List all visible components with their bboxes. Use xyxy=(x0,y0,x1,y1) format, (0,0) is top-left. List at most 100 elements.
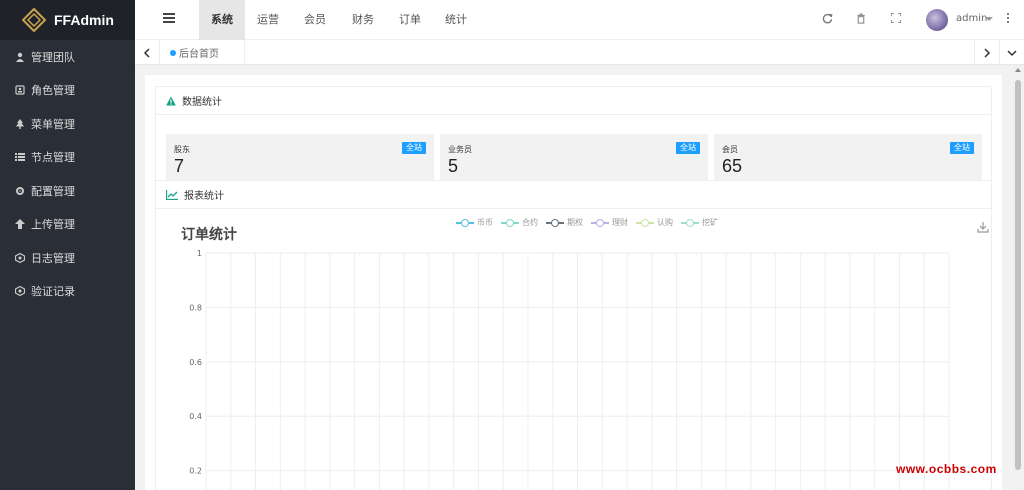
legend-marker-icon xyxy=(456,218,474,228)
more-icon[interactable] xyxy=(1006,13,1010,27)
legend-label: 合约 xyxy=(522,218,538,227)
legend-item[interactable]: 理财 xyxy=(591,217,628,228)
warning-icon xyxy=(166,96,176,105)
stat-label: 业务员 xyxy=(448,145,472,154)
chevron-left-icon[interactable] xyxy=(135,40,160,65)
sidebar-item-label: 日志管理 xyxy=(31,251,75,265)
stat-card-shareholders: 股东 7 全站 xyxy=(166,134,434,182)
app-name: FFAdmin xyxy=(54,12,114,28)
active-dot-icon xyxy=(170,49,176,56)
tree-icon xyxy=(14,118,26,130)
tab-system[interactable]: 系统 xyxy=(199,0,245,40)
refresh-icon[interactable] xyxy=(820,13,834,27)
legend-marker-icon xyxy=(546,218,564,228)
sidebar-item-label: 验证记录 xyxy=(31,285,75,299)
app-logo[interactable]: FFAdmin xyxy=(0,0,135,40)
legend-item[interactable]: 期权 xyxy=(546,217,583,228)
legend-marker-icon xyxy=(636,218,654,228)
y-tick-label: 0.8 xyxy=(189,303,202,312)
stats-panel-header: 数据统计 xyxy=(156,87,991,115)
trash-icon[interactable] xyxy=(854,13,868,27)
gear-icon xyxy=(14,185,26,197)
tab-operations[interactable]: 运营 xyxy=(246,0,290,40)
tab-statistics[interactable]: 统计 xyxy=(434,0,478,40)
chart-legend: 币币 合约 期权 理财 认购 挖矿 xyxy=(456,217,726,228)
y-tick-label: 0.2 xyxy=(189,467,202,476)
legend-label: 挖矿 xyxy=(702,218,718,227)
legend-item[interactable]: 挖矿 xyxy=(681,217,718,228)
legend-label: 期权 xyxy=(567,218,583,227)
legend-marker-icon xyxy=(501,218,519,228)
report-panel-header: 报表统计 xyxy=(156,181,991,209)
list-icon xyxy=(14,151,26,163)
stat-card-salesmen: 业务员 5 全站 xyxy=(440,134,708,182)
log-icon xyxy=(14,252,26,264)
order-line-chart: 1 0.8 0.6 0.4 0.2 xyxy=(189,249,950,490)
tab-home-label: 后台首页 xyxy=(179,49,219,60)
sidebar-item-logs[interactable]: 日志管理 xyxy=(0,241,135,275)
line-chart-icon xyxy=(166,189,178,200)
sidebar-item-label: 上传管理 xyxy=(31,218,75,232)
sidebar-item-menus[interactable]: 菜单管理 xyxy=(0,107,135,141)
sidebar-item-label: 管理团队 xyxy=(31,50,75,64)
legend-label: 币币 xyxy=(477,218,493,227)
legend-item[interactable]: 合约 xyxy=(501,217,538,228)
sidebar-item-verify[interactable]: 验证记录 xyxy=(0,275,135,309)
y-tick-label: 0.4 xyxy=(189,412,202,421)
watermark: www.ocbbs.com xyxy=(896,462,997,476)
verify-icon xyxy=(14,285,26,297)
chevron-down-icon[interactable] xyxy=(999,40,1024,65)
sidebar-item-label: 节点管理 xyxy=(31,151,75,165)
chevron-down-icon[interactable] xyxy=(985,17,993,21)
stat-value: 5 xyxy=(448,156,459,176)
main-content: 数据统计 股东 7 全站 业务员 5 全站 会员 65 全站 报表统计 订单统计… xyxy=(145,75,1002,490)
scroll-up-arrow-icon[interactable] xyxy=(1015,68,1021,72)
stat-card-members: 会员 65 全站 xyxy=(714,134,982,182)
sidebar-item-label: 配置管理 xyxy=(31,184,75,198)
sidebar-item-nodes[interactable]: 节点管理 xyxy=(0,141,135,175)
stats-panel: 数据统计 股东 7 全站 业务员 5 全站 会员 65 全站 xyxy=(155,86,992,185)
report-panel: 报表统计 订单统计 币币 合约 期权 理财 认购 挖矿 1 0.8 0.6 0.4 0.2 xyxy=(155,180,992,490)
sidebar-item-label: 角色管理 xyxy=(31,84,75,98)
sidebar-item-config[interactable]: 配置管理 xyxy=(0,174,135,208)
sidebar-menu: 管理团队 角色管理 菜单管理 节点管理 配置管理 上传管理 日志管理 验证记录 xyxy=(0,40,135,308)
page-scrollbar[interactable] xyxy=(1013,65,1024,490)
tab-home[interactable]: 后台首页 xyxy=(162,40,245,65)
scope-badge: 全站 xyxy=(950,142,974,154)
fullscreen-icon[interactable] xyxy=(889,12,903,27)
sidebar-item-team[interactable]: 管理团队 xyxy=(0,40,135,74)
sidebar: FFAdmin 管理团队 角色管理 菜单管理 节点管理 配置管理 上传管理 日志… xyxy=(0,0,135,490)
tab-finance[interactable]: 财务 xyxy=(341,0,385,40)
chevron-right-icon[interactable] xyxy=(974,40,999,65)
report-panel-title: 报表统计 xyxy=(184,191,224,202)
legend-label: 理财 xyxy=(612,218,628,227)
legend-item[interactable]: 认购 xyxy=(636,217,673,228)
page-tabbar: 后台首页 xyxy=(135,40,1024,65)
id-card-icon xyxy=(14,84,26,96)
scope-badge: 全站 xyxy=(402,142,426,154)
upload-icon xyxy=(14,218,26,230)
scope-badge: 全站 xyxy=(676,142,700,154)
legend-label: 认购 xyxy=(657,218,673,227)
avatar[interactable] xyxy=(926,9,948,31)
top-header: 系统 运营 会员 财务 订单 统计 admin xyxy=(135,0,1024,40)
legend-item[interactable]: 币币 xyxy=(456,217,493,228)
tab-orders[interactable]: 订单 xyxy=(388,0,432,40)
sidebar-item-roles[interactable]: 角色管理 xyxy=(0,74,135,108)
download-icon[interactable] xyxy=(977,221,989,233)
stat-value: 7 xyxy=(174,156,185,176)
stat-label: 股东 xyxy=(174,145,190,154)
sidebar-item-label: 菜单管理 xyxy=(31,117,75,131)
user-icon xyxy=(14,51,26,63)
logo-icon xyxy=(22,8,46,32)
stats-panel-title: 数据统计 xyxy=(182,97,222,108)
y-tick-label: 0.6 xyxy=(189,358,202,367)
y-tick-label: 1 xyxy=(197,249,202,258)
menu-toggle-icon[interactable] xyxy=(163,13,175,25)
sidebar-item-upload[interactable]: 上传管理 xyxy=(0,208,135,242)
scrollbar-thumb[interactable] xyxy=(1015,80,1021,470)
legend-marker-icon xyxy=(591,218,609,228)
stat-value: 65 xyxy=(722,156,743,176)
user-name[interactable]: admin xyxy=(956,13,987,24)
tab-members[interactable]: 会员 xyxy=(293,0,337,40)
